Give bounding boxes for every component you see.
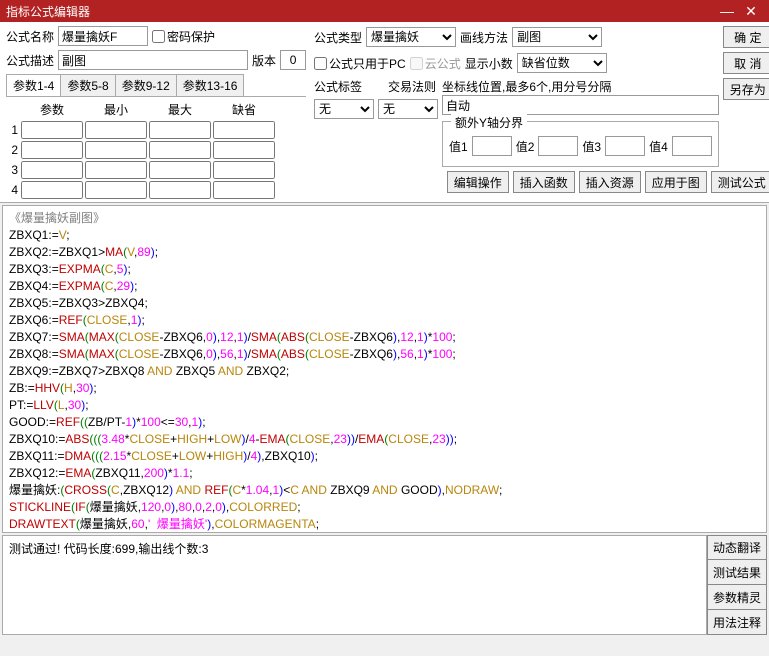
usage-button[interactable]: 用法注释 bbox=[707, 610, 767, 635]
ok-button[interactable]: 确 定 bbox=[723, 26, 769, 48]
coord-label: 坐标线位置,最多6个,用分号分隔 bbox=[442, 80, 611, 94]
insfn-button[interactable]: 插入函数 bbox=[513, 171, 575, 193]
coord-input[interactable] bbox=[442, 95, 719, 115]
rule-select[interactable]: 无 bbox=[378, 99, 438, 119]
testres-button[interactable]: 测试结果 bbox=[707, 560, 767, 585]
param-tabs: 参数1-4 参数5-8 参数9-12 参数13-16 bbox=[6, 74, 306, 97]
paramwiz-button[interactable]: 参数精灵 bbox=[707, 585, 767, 610]
drawmethod-select[interactable]: 副图 bbox=[512, 27, 602, 47]
param-cell[interactable] bbox=[21, 141, 83, 159]
tab-params-9-12[interactable]: 参数9-12 bbox=[115, 74, 177, 96]
password-checkbox[interactable]: 密码保护 bbox=[152, 28, 215, 45]
param-cell[interactable] bbox=[149, 181, 211, 199]
version-label: 版本 bbox=[252, 52, 276, 69]
close-icon[interactable]: ✕ bbox=[739, 3, 763, 20]
param-cell[interactable] bbox=[213, 181, 275, 199]
decimal-label: 显示小数 bbox=[465, 55, 513, 72]
param-cell[interactable] bbox=[213, 121, 275, 139]
onlypc-checkbox[interactable]: 公式只用于PC bbox=[314, 55, 406, 72]
test-button[interactable]: 测试公式 bbox=[711, 171, 769, 193]
param-cell[interactable] bbox=[21, 161, 83, 179]
name-input[interactable] bbox=[58, 26, 148, 46]
y4-input[interactable] bbox=[672, 136, 712, 156]
window-title: 指标公式编辑器 bbox=[6, 3, 715, 20]
dyntrans-button[interactable]: 动态翻译 bbox=[707, 535, 767, 560]
type-select[interactable]: 爆量擒妖 bbox=[366, 27, 456, 47]
y3-input[interactable] bbox=[605, 136, 645, 156]
y2-input[interactable] bbox=[538, 136, 578, 156]
tag-select[interactable]: 无 bbox=[314, 99, 374, 119]
saveas-button[interactable]: 另存为 bbox=[723, 78, 769, 100]
param-cell[interactable] bbox=[213, 141, 275, 159]
name-label: 公式名称 bbox=[6, 28, 54, 45]
param-cell[interactable] bbox=[149, 161, 211, 179]
param-cell[interactable] bbox=[85, 161, 147, 179]
rule-label: 交易法则 bbox=[388, 78, 436, 95]
param-cell[interactable] bbox=[21, 181, 83, 199]
editop-button[interactable]: 编辑操作 bbox=[447, 171, 509, 193]
param-cell[interactable] bbox=[85, 181, 147, 199]
param-cell[interactable] bbox=[85, 121, 147, 139]
version-input[interactable] bbox=[280, 50, 306, 70]
extray-legend: 额外Y轴分界 bbox=[451, 114, 527, 131]
decimal-select[interactable]: 缺省位数 bbox=[517, 53, 607, 73]
param-cell[interactable] bbox=[85, 141, 147, 159]
code-editor[interactable]: 《爆量擒妖副图》 ZBXQ1:=V; ZBXQ2:=ZBXQ1>MA(V,89)… bbox=[2, 205, 767, 533]
param-cell[interactable] bbox=[213, 161, 275, 179]
param-cell[interactable] bbox=[21, 121, 83, 139]
param-head-min: 最小 bbox=[84, 99, 148, 120]
cloud-checkbox: 云公式 bbox=[410, 55, 461, 72]
tab-params-5-8[interactable]: 参数5-8 bbox=[60, 74, 115, 96]
insres-button[interactable]: 插入资源 bbox=[579, 171, 641, 193]
tag-label: 公式标签 bbox=[314, 78, 362, 95]
tab-params-13-16[interactable]: 参数13-16 bbox=[176, 74, 245, 96]
param-cell[interactable] bbox=[149, 121, 211, 139]
minimize-icon[interactable]: — bbox=[715, 3, 739, 19]
cancel-button[interactable]: 取 消 bbox=[723, 52, 769, 74]
param-head-max: 最大 bbox=[148, 99, 212, 120]
status-bar: 测试通过! 代码长度:699,输出线个数:3 bbox=[2, 535, 707, 635]
desc-label: 公式描述 bbox=[6, 52, 54, 69]
type-label: 公式类型 bbox=[314, 29, 362, 46]
param-head-name: 参数 bbox=[20, 99, 84, 120]
param-cell[interactable] bbox=[149, 141, 211, 159]
param-head-default: 缺省 bbox=[212, 99, 276, 120]
drawmethod-label: 画线方法 bbox=[460, 29, 508, 46]
y1-input[interactable] bbox=[472, 136, 512, 156]
tab-params-1-4[interactable]: 参数1-4 bbox=[6, 74, 61, 96]
apply-button[interactable]: 应用于图 bbox=[645, 171, 707, 193]
desc-input[interactable] bbox=[58, 50, 248, 70]
